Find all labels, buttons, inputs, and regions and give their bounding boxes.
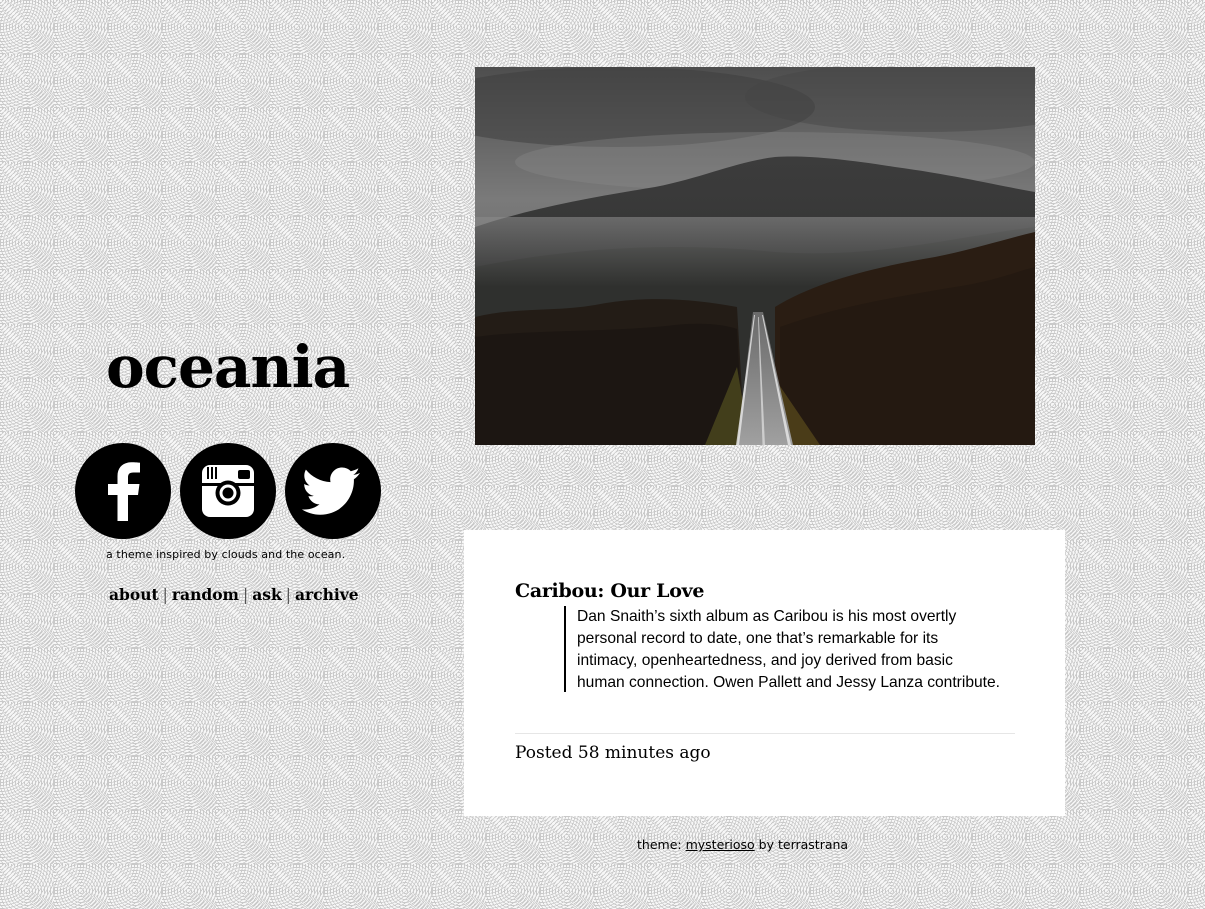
facebook-button[interactable] — [75, 443, 171, 539]
post-quote: Dan Snaith’s sixth album as Caribou is h… — [564, 606, 1004, 692]
post-photo[interactable] — [475, 67, 1035, 445]
social-links — [75, 443, 381, 539]
theme-credit-prefix: theme: — [637, 837, 682, 852]
nav-separator: | — [162, 586, 168, 604]
twitter-icon — [301, 467, 360, 515]
post-timestamp[interactable]: Posted 58 minutes ago — [515, 741, 711, 765]
blog-nav: about | random | ask | archive — [109, 585, 359, 605]
theme-credit-suffix: by terrastrana — [758, 837, 849, 852]
blog-title[interactable]: oceania — [106, 327, 366, 407]
post-card: Caribou: Our Love Dan Snaith’s sixth alb… — [464, 530, 1065, 816]
nav-ask-link[interactable]: ask — [252, 585, 282, 604]
instagram-button[interactable] — [180, 443, 276, 539]
nav-random-link[interactable]: random — [172, 585, 239, 604]
nav-separator: | — [242, 586, 249, 604]
theme-credit: theme: mysterioso by terrastrana — [637, 836, 848, 854]
nav-about-link[interactable]: about — [109, 585, 159, 604]
misty-mountain-road-photo — [475, 67, 1035, 445]
nav-separator: | — [285, 586, 291, 604]
blog-tagline: a theme inspired by clouds and the ocean… — [106, 548, 346, 561]
theme-link[interactable]: mysterioso — [686, 837, 755, 852]
nav-archive-link[interactable]: archive — [295, 585, 359, 604]
post-divider — [515, 733, 1015, 734]
post-title[interactable]: Caribou: Our Love — [515, 578, 704, 604]
facebook-icon — [108, 462, 140, 521]
twitter-button[interactable] — [285, 443, 381, 539]
instagram-icon — [202, 465, 254, 517]
